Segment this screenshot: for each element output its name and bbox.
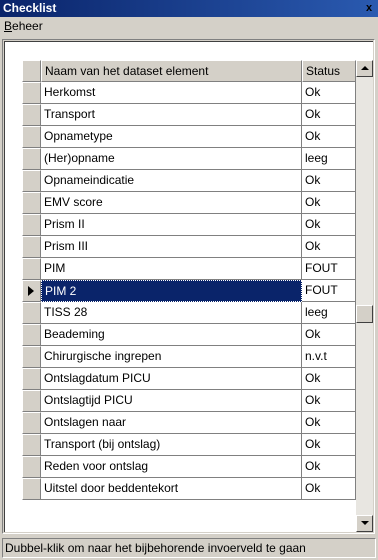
row-indicator-cell[interactable] (22, 434, 41, 456)
row-indicator-cell[interactable] (22, 82, 41, 104)
row-status-cell[interactable]: leeg (302, 148, 356, 170)
scroll-thumb[interactable] (356, 305, 373, 323)
row-indicator-cell[interactable] (22, 324, 41, 346)
table-row[interactable]: Prism III Ok (22, 236, 356, 258)
row-name-cell[interactable]: Beademing (41, 324, 302, 346)
column-header-status[interactable]: Status (302, 60, 356, 82)
row-name-cell[interactable]: Uitstel door beddentekort (41, 478, 302, 500)
table-row[interactable]: Opnameindicatie Ok (22, 170, 356, 192)
row-status-cell[interactable]: Ok (302, 456, 356, 478)
close-button[interactable]: x (362, 1, 376, 15)
header-indicator-cell (22, 60, 41, 82)
menu-bar: Beheer (0, 17, 378, 36)
row-status-cell[interactable]: FOUT (302, 280, 356, 302)
row-status-cell[interactable]: Ok (302, 192, 356, 214)
row-status-cell[interactable]: Ok (302, 170, 356, 192)
menu-beheer-rest: eheer (12, 19, 43, 33)
row-indicator-cell[interactable] (22, 390, 41, 412)
row-status-cell[interactable]: Ok (302, 324, 356, 346)
row-name-cell[interactable]: Ontslagdatum PICU (41, 368, 302, 390)
row-status-cell[interactable]: Ok (302, 214, 356, 236)
row-name-cell[interactable]: Opnametype (41, 126, 302, 148)
row-status-cell[interactable]: Ok (302, 368, 356, 390)
scroll-up-icon (361, 66, 369, 70)
row-indicator-cell[interactable] (22, 368, 41, 390)
row-status-cell[interactable]: Ok (302, 236, 356, 258)
table-row[interactable]: (Her)opname leeg (22, 148, 356, 170)
table-row[interactable]: Transport Ok (22, 104, 356, 126)
row-name-cell[interactable]: EMV score (41, 192, 302, 214)
table-row[interactable]: TISS 28 leeg (22, 302, 356, 324)
row-name-cell[interactable]: Herkomst (41, 82, 302, 104)
row-indicator-cell[interactable] (22, 170, 41, 192)
row-status-cell[interactable]: Ok (302, 104, 356, 126)
row-name-cell[interactable]: Ontslagen naar (41, 412, 302, 434)
row-indicator-cell[interactable] (22, 258, 41, 280)
row-indicator-cell[interactable] (22, 346, 41, 368)
row-status-cell[interactable]: FOUT (302, 258, 356, 280)
scroll-up-button[interactable] (356, 60, 373, 77)
row-status-cell[interactable]: Ok (302, 126, 356, 148)
row-name-cell[interactable]: PIM 2 (41, 280, 302, 302)
row-name-cell[interactable]: Chirurgische ingrepen (41, 346, 302, 368)
table-row[interactable]: Herkomst Ok (22, 82, 356, 104)
table-row[interactable]: Chirurgische ingrepen n.v.t (22, 346, 356, 368)
scroll-down-button[interactable] (356, 515, 373, 532)
row-indicator-cell[interactable] (22, 478, 41, 500)
row-indicator-cell[interactable] (22, 456, 41, 478)
table-row[interactable]: PIM FOUT (22, 258, 356, 280)
scroll-down-icon (361, 521, 369, 525)
row-name-cell[interactable]: Reden voor ontslag (41, 456, 302, 478)
row-status-cell[interactable]: Ok (302, 82, 356, 104)
table-row[interactable]: Transport (bij ontslag) Ok (22, 434, 356, 456)
window-title: Checklist (3, 1, 57, 15)
table-row[interactable]: PIM 2 FOUT (22, 280, 356, 302)
row-status-cell[interactable]: Ok (302, 390, 356, 412)
row-indicator-cell[interactable] (22, 280, 41, 302)
row-status-cell[interactable]: leeg (302, 302, 356, 324)
table-row[interactable]: Prism II Ok (22, 214, 356, 236)
checklist-grid-frame: Naam van het dataset element Status Herk… (2, 39, 375, 534)
row-name-cell[interactable]: Transport (bij ontslag) (41, 434, 302, 456)
table-row[interactable]: Reden voor ontslag Ok (22, 456, 356, 478)
row-status-cell[interactable]: Ok (302, 412, 356, 434)
row-indicator-cell[interactable] (22, 148, 41, 170)
column-header-name[interactable]: Naam van het dataset element (41, 60, 302, 82)
row-name-cell[interactable]: Opnameindicatie (41, 170, 302, 192)
row-name-cell[interactable]: (Her)opname (41, 148, 302, 170)
menu-beheer-accel: B (4, 19, 13, 33)
row-name-cell[interactable]: Prism III (41, 236, 302, 258)
row-indicator-cell[interactable] (22, 236, 41, 258)
status-bar: Dubbel-klik om naar het bijbehorende inv… (2, 538, 376, 558)
vertical-scrollbar[interactable] (356, 60, 373, 532)
row-name-cell[interactable]: TISS 28 (41, 302, 302, 324)
table-row[interactable]: Ontslagtijd PICU Ok (22, 390, 356, 412)
checklist-grid[interactable]: Naam van het dataset element Status Herk… (4, 41, 373, 532)
row-indicator-cell[interactable] (22, 412, 41, 434)
row-indicator-cell[interactable] (22, 126, 41, 148)
table-row[interactable]: EMV score Ok (22, 192, 356, 214)
table-row[interactable]: Ontslagdatum PICU Ok (22, 368, 356, 390)
row-pointer-icon (28, 286, 34, 296)
row-status-cell[interactable]: Ok (302, 434, 356, 456)
row-status-cell[interactable]: Ok (302, 478, 356, 500)
row-indicator-cell[interactable] (22, 214, 41, 236)
row-indicator-cell[interactable] (22, 302, 41, 324)
row-name-cell[interactable]: Transport (41, 104, 302, 126)
title-bar: Checklist x (0, 0, 378, 17)
menu-beheer[interactable]: Beheer (4, 17, 43, 36)
table-row[interactable]: Uitstel door beddentekort Ok (22, 478, 356, 500)
table-row[interactable]: Opnametype Ok (22, 126, 356, 148)
row-name-cell[interactable]: Ontslagtijd PICU (41, 390, 302, 412)
row-status-cell[interactable]: n.v.t (302, 346, 356, 368)
table-row[interactable]: Beademing Ok (22, 324, 356, 346)
row-name-cell[interactable]: Prism II (41, 214, 302, 236)
row-indicator-cell[interactable] (22, 104, 41, 126)
grid-left-band (5, 42, 20, 532)
row-name-cell[interactable]: PIM (41, 258, 302, 280)
grid-header-row: Naam van het dataset element Status (22, 60, 356, 82)
table-row[interactable]: Ontslagen naar Ok (22, 412, 356, 434)
row-indicator-cell[interactable] (22, 192, 41, 214)
